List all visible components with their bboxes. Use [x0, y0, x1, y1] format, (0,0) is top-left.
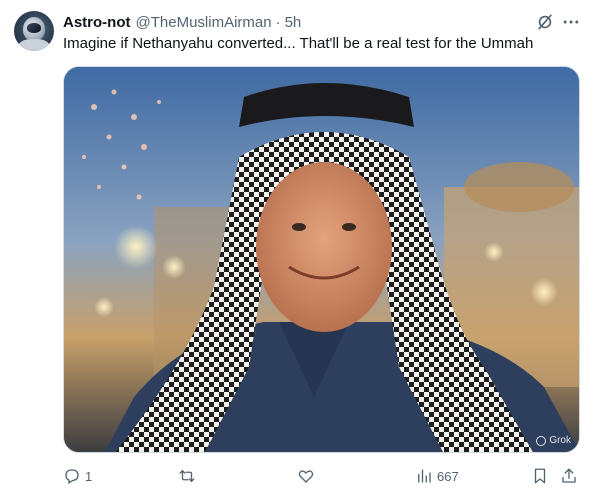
user-handle[interactable]: @TheMuslimAirman [136, 14, 272, 31]
avatar[interactable] [14, 11, 54, 51]
view-count: 667 [437, 468, 459, 484]
reply-button[interactable]: 1 [63, 465, 92, 487]
retweet-button[interactable] [178, 465, 200, 487]
reply-count: 1 [85, 468, 93, 484]
more-icon[interactable] [561, 12, 581, 32]
grok-icon[interactable] [535, 12, 555, 32]
retweet-icon [179, 470, 195, 482]
ai-generated-portrait [64, 67, 579, 452]
share-icon [562, 468, 576, 483]
tweet-text: Imagine if Nethanyahu converted... That'… [63, 35, 534, 52]
bookmark-icon [534, 468, 546, 484]
grok-watermark: Grok [536, 435, 571, 446]
tweet-actions: 1 667 [63, 465, 580, 487]
like-button[interactable] [297, 465, 319, 487]
grok-watermark-label: Grok [549, 435, 571, 446]
views-button[interactable]: 667 [415, 465, 459, 487]
bookmark-button[interactable] [531, 465, 549, 487]
astronaut-suit [18, 39, 50, 51]
helmet-visor [27, 23, 41, 33]
reply-icon [65, 469, 79, 484]
share-button[interactable] [560, 465, 578, 487]
grok-watermark-icon [536, 435, 547, 446]
tweet-header: Astro-not @TheMuslimAirman · 5h [63, 12, 301, 32]
separator-dot: · [275, 13, 281, 31]
heart-icon [298, 470, 314, 483]
tweet-image[interactable]: Grok [63, 66, 580, 453]
views-icon [418, 469, 431, 483]
timestamp[interactable]: 5h [285, 14, 302, 31]
display-name[interactable]: Astro-not [63, 14, 131, 31]
